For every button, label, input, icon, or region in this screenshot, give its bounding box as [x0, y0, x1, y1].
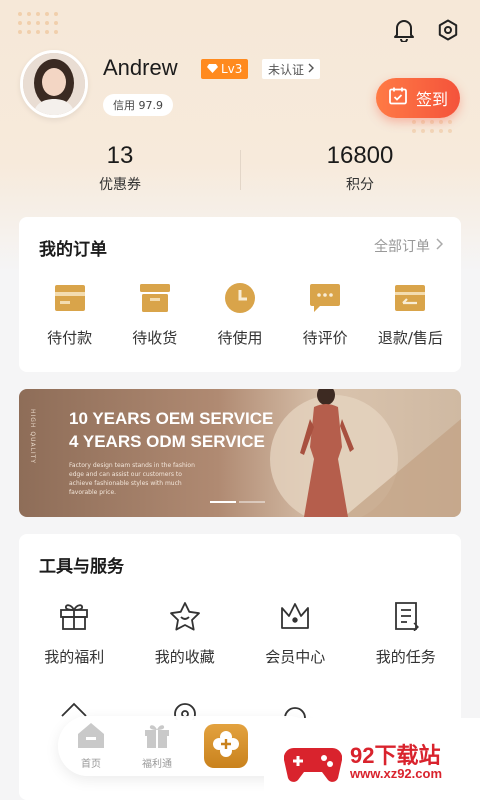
star-icon — [169, 600, 201, 632]
tab-home[interactable]: 首页 — [58, 722, 124, 770]
task-icon — [390, 600, 422, 632]
banner-dot-active — [210, 501, 236, 503]
credit-label: 信用 — [113, 99, 135, 112]
banner-page-indicator — [210, 501, 265, 503]
bell-icon[interactable] — [392, 18, 416, 42]
level-text: Lv3 — [221, 62, 243, 76]
diamond-icon — [207, 62, 218, 76]
orders-card: 我的订单 全部订单 待付款 待收货 待使用 待评价 退款/售后 — [19, 217, 461, 372]
order-status-row: 待付款 待收货 待使用 待评价 退款/售后 — [19, 281, 461, 348]
banner-subheadline: 4 YEARS ODM SERVICE — [69, 432, 265, 451]
divider — [240, 150, 241, 190]
verification-badge[interactable]: 未认证 — [262, 59, 321, 79]
tool-label: 我的任务 — [375, 648, 436, 666]
tools-grid: 我的福利 我的收藏 会员中心 我的任务 — [19, 600, 461, 667]
tab-label: 福利通 — [142, 759, 172, 770]
order-pending-use[interactable]: 待使用 — [200, 281, 280, 348]
crown-icon — [279, 600, 311, 632]
credit-score: 97.9 — [138, 98, 164, 112]
checkin-button[interactable]: 签到 — [376, 78, 460, 118]
banner-headline: 10 YEARS OEM SERVICE — [69, 409, 274, 428]
header-actions — [392, 18, 460, 42]
tool-label: 我的收藏 — [154, 648, 215, 666]
wallet-icon — [53, 281, 87, 315]
order-pending-payment[interactable]: 待付款 — [30, 281, 110, 348]
verification-status: 未认证 — [268, 62, 305, 77]
order-pending-review[interactable]: 待评价 — [285, 281, 365, 348]
order-label: 待付款 — [47, 329, 93, 347]
order-label: 待收货 — [132, 329, 178, 347]
box-icon — [138, 281, 172, 315]
decorative-dots — [412, 120, 452, 133]
refund-icon — [393, 281, 427, 315]
chevron-right-icon — [308, 62, 315, 76]
all-orders-link[interactable]: 全部订单 — [374, 236, 444, 256]
gift-icon — [58, 600, 90, 632]
promo-banner[interactable]: HIGH QUALITY 10 YEARS OEM SERVICE 4 YEAR… — [19, 389, 461, 517]
watermark-url: www.xz92.com — [350, 766, 442, 781]
banner-description: Factory design team stands in the fashio… — [69, 462, 195, 496]
clock-icon — [223, 281, 257, 315]
chevron-right-icon — [436, 238, 444, 254]
credit-score-pill[interactable]: 信用 97.9 — [103, 94, 173, 116]
stat-label: 优惠券 — [99, 177, 141, 193]
tool-label: 我的福利 — [44, 648, 105, 666]
home-icon — [77, 722, 105, 752]
watermark-logo: 92下载站 www.xz92.com — [264, 718, 480, 800]
stat-value: 16800 — [326, 142, 394, 169]
stat-value: 13 — [106, 142, 134, 169]
comment-icon — [308, 281, 342, 315]
orders-title: 我的订单 — [39, 240, 107, 260]
level-badge[interactable]: Lv3 — [201, 59, 249, 79]
stat-points[interactable]: 16800 积分 — [240, 142, 480, 194]
banner-model-image — [270, 389, 461, 517]
checkin-label: 签到 — [415, 90, 448, 109]
order-label: 待使用 — [217, 329, 263, 347]
stat-label: 积分 — [346, 177, 374, 193]
gift-tab-icon — [144, 722, 170, 752]
tab-label: 首页 — [81, 759, 101, 770]
stat-coupons[interactable]: 13 优惠券 — [0, 142, 240, 194]
tool-my-favorites[interactable]: 我的收藏 — [130, 600, 241, 667]
gamepad-icon — [284, 747, 342, 782]
avatar[interactable] — [20, 50, 88, 118]
order-label: 待评价 — [302, 329, 348, 347]
tool-label: 会员中心 — [265, 648, 326, 666]
banner-side-text: HIGH QUALITY — [29, 409, 36, 465]
decorative-dots — [18, 12, 58, 34]
order-label: 退款/售后 — [377, 329, 443, 347]
order-pending-receipt[interactable]: 待收货 — [115, 281, 195, 348]
tool-my-tasks[interactable]: 我的任务 — [351, 600, 462, 667]
settings-icon[interactable] — [436, 18, 460, 42]
tool-my-benefits[interactable]: 我的福利 — [19, 600, 130, 667]
calendar-check-icon — [388, 86, 408, 110]
tab-benefits[interactable]: 福利通 — [124, 722, 190, 770]
plus-clover-icon — [211, 729, 241, 763]
stats-row: 13 优惠券 16800 积分 — [0, 142, 480, 194]
tool-member-center[interactable]: 会员中心 — [240, 600, 351, 667]
banner-dot — [239, 501, 265, 503]
all-orders-label: 全部订单 — [374, 239, 430, 255]
username: Andrew — [103, 55, 178, 80]
center-action-button[interactable] — [204, 724, 248, 768]
tools-title: 工具与服务 — [39, 557, 124, 577]
order-refund[interactable]: 退款/售后 — [370, 281, 450, 348]
